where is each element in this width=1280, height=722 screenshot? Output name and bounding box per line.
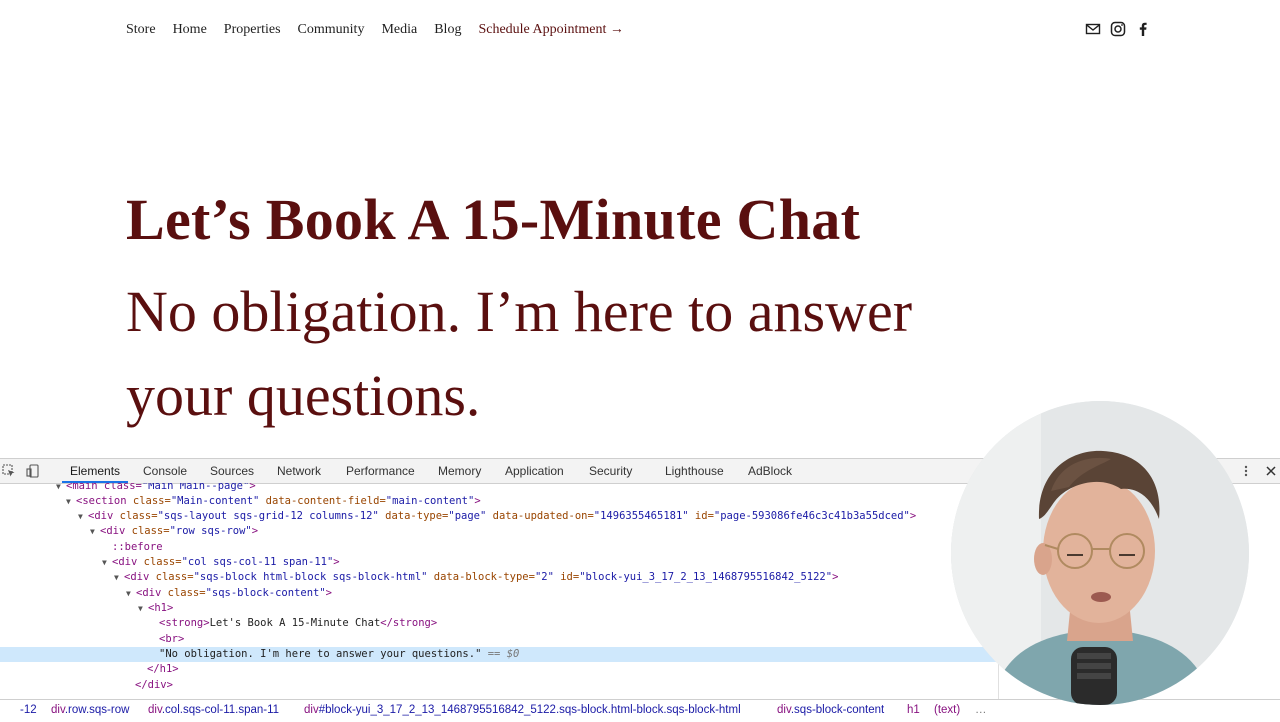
breadcrumb-item[interactable]: div.row.sqs-row <box>51 704 129 716</box>
nav-home[interactable]: Home <box>173 22 207 38</box>
tab-performance[interactable]: Performance <box>346 464 415 478</box>
page-title: Let’s Book A 15-Minute Chat <box>126 187 861 252</box>
tab-memory[interactable]: Memory <box>438 464 481 478</box>
more-options-icon[interactable] <box>1239 464 1253 478</box>
tab-application[interactable]: Application <box>505 464 564 478</box>
breadcrumb-item[interactable]: h1 <box>907 704 920 716</box>
device-toolbar-icon[interactable] <box>26 464 40 478</box>
tree-row[interactable]: </div> <box>0 678 998 693</box>
tab-adblock[interactable]: AdBlock <box>748 464 792 478</box>
tree-row[interactable]: <br> <box>0 632 998 647</box>
tree-row[interactable]: </h1> <box>0 662 998 677</box>
close-icon[interactable] <box>1264 464 1278 478</box>
tree-row-selected[interactable]: "No obligation. I'm here to answer your … <box>0 647 998 662</box>
elements-tree: ▼ <main class="Main Main--page"> ▼ <sectio… <box>0 483 998 697</box>
tree-row[interactable]: ▼ <h1> <box>0 601 998 616</box>
tree-row[interactable]: ▼ <div class="row sqs-row"> <box>0 524 998 539</box>
nav-media[interactable]: Media <box>381 22 417 38</box>
breadcrumb-overflow[interactable]: … <box>975 704 987 716</box>
webcam-overlay <box>951 401 1249 705</box>
breadcrumb-item[interactable]: div#block-yui_3_17_2_13_1468795516842_51… <box>304 704 741 716</box>
mail-icon[interactable] <box>1085 21 1101 37</box>
tree-row[interactable]: ▼ <div class="sqs-block html-block sqs-bl… <box>0 570 998 585</box>
nav-store[interactable]: Store <box>126 22 156 38</box>
breadcrumb-item[interactable]: div.col.sqs-col-11.span-11 <box>148 704 279 716</box>
instagram-icon[interactable] <box>1110 21 1126 37</box>
site-nav: Store Home Properties Community Media Bl… <box>126 20 641 40</box>
tab-elements[interactable]: Elements <box>70 464 120 478</box>
social-links <box>1085 21 1151 37</box>
tree-row[interactable]: ::before <box>0 540 998 555</box>
tab-lighthouse[interactable]: Lighthouse <box>665 464 724 478</box>
tree-row[interactable]: ▼ <section class="Main-content" data-cont… <box>0 494 998 509</box>
presenter-avatar <box>951 401 1249 705</box>
nav-blog[interactable]: Blog <box>434 22 461 38</box>
breadcrumb-item-selected[interactable]: (text) <box>934 704 960 716</box>
nav-properties[interactable]: Properties <box>224 22 281 38</box>
tab-security[interactable]: Security <box>589 464 632 478</box>
schedule-appointment-link[interactable]: Schedule Appointment → <box>478 22 623 38</box>
breadcrumb-item[interactable]: div.sqs-block-content <box>777 704 884 716</box>
tab-network[interactable]: Network <box>277 464 321 478</box>
tab-console[interactable]: Console <box>143 464 187 478</box>
tree-row[interactable]: <strong>Let's Book A 15-Minute Chat</str… <box>0 616 998 631</box>
tab-sources[interactable]: Sources <box>210 464 254 478</box>
page-subtitle: No obligation. I’m here to answer your q… <box>126 279 913 428</box>
tree-row[interactable]: ▼ <div class="sqs-block-content"> <box>0 586 998 601</box>
tree-row[interactable]: ▼ <div class="col sqs-col-11 span-11"> <box>0 555 998 570</box>
nav-community[interactable]: Community <box>298 22 365 38</box>
tree-row[interactable]: ▼ <div class="sqs-layout sqs-grid-12 colu… <box>0 509 998 524</box>
breadcrumb-item[interactable]: -12 <box>20 704 37 716</box>
tree-row[interactable]: ▼ <main class="Main Main--page"> <box>0 483 998 494</box>
inspect-element-icon[interactable] <box>2 464 16 478</box>
facebook-icon[interactable] <box>1135 21 1151 37</box>
